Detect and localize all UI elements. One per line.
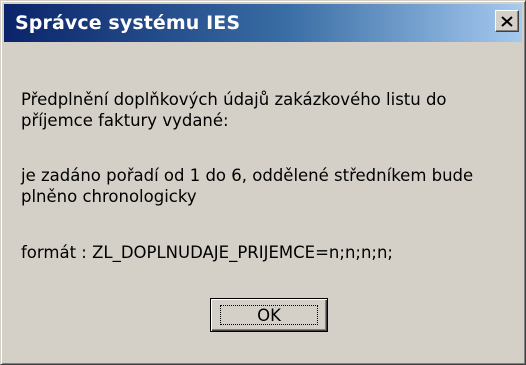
title-bar[interactable]: Správce systému IES — [4, 4, 522, 42]
message-paragraph-1: Předplnění doplňkových údajů zakázkového… — [21, 90, 447, 130]
message-paragraph-2: je zadáno pořadí od 1 do 6, oddělené stř… — [21, 166, 474, 206]
close-button[interactable] — [495, 10, 519, 32]
ok-button[interactable]: OK — [210, 298, 328, 332]
message-paragraph-3: formát : ZL_DOPLNUDAJE_PRIJEMCE=n;n;n;n; — [21, 243, 393, 262]
ok-button-label: OK — [257, 305, 281, 325]
close-icon — [501, 15, 513, 27]
window-title: Správce systému IES — [15, 12, 241, 34]
message-dialog: Správce systému IES Předplnění doplňkový… — [0, 0, 526, 365]
